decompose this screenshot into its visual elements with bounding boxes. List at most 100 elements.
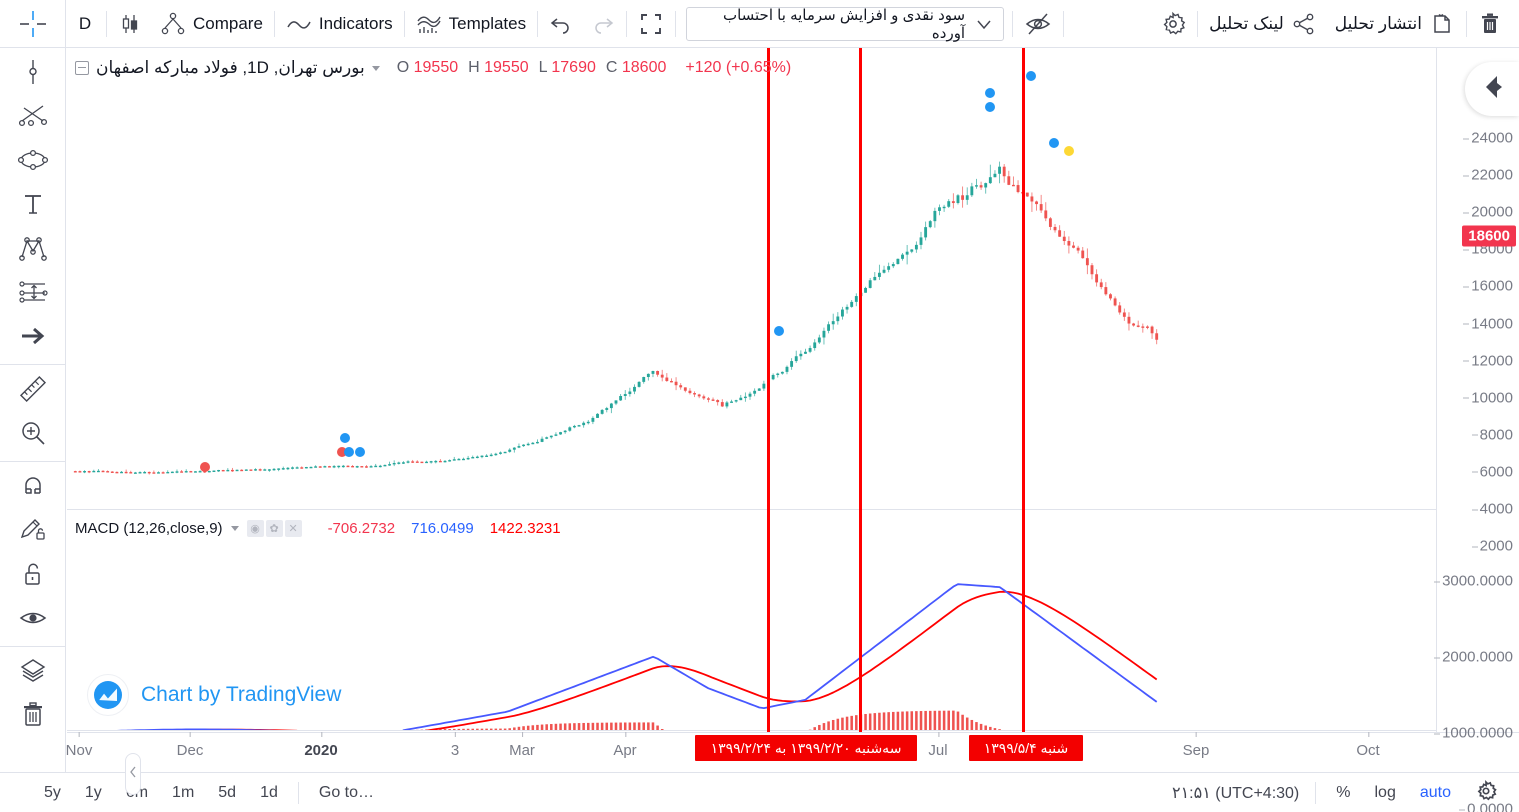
sidebar-item-arrow-tool[interactable] <box>11 316 55 360</box>
vertical-line-2[interactable] <box>859 48 862 732</box>
fullscreen-button[interactable] <box>629 7 673 41</box>
chart-settings-button[interactable] <box>1151 7 1195 41</box>
bottom-toolbar: 5y1y6m1m5d1d Go to… ۲۱:۵۱ (UTC+4:30) % l… <box>0 772 1519 812</box>
time-axis-tick: Sep <box>1183 732 1209 759</box>
price-candlestick-chart <box>73 71 1159 475</box>
gear-icon <box>1160 11 1186 37</box>
go-to-date-button[interactable]: Go to… <box>309 780 384 806</box>
price-axis[interactable]: 24000 22000 20000 18000 16000 14000 12000 10000… <box>1434 48 1519 812</box>
sidebar-item-text-tool[interactable] <box>11 184 55 228</box>
log-scale-button[interactable]: log <box>1365 780 1406 806</box>
delete-analysis-button[interactable] <box>1469 7 1511 41</box>
sidebar-item-forecast-tool[interactable] <box>11 272 55 316</box>
macd-settings[interactable]: ✿ <box>265 520 283 537</box>
sidebar-item-pitchfork-tool[interactable] <box>11 140 55 184</box>
chevron-left-small-icon <box>129 765 137 783</box>
clock-label[interactable]: ۲۱:۵۱ (UTC+4:30) <box>1164 783 1307 803</box>
chevron-down-icon[interactable] <box>230 525 239 531</box>
sidebar-item-patterns-tool[interactable] <box>11 228 55 272</box>
marker-blue-7[interactable] <box>1026 71 1036 81</box>
sidebar-item-remove-drawings[interactable] <box>11 695 55 739</box>
time-axis-tick: Mar <box>509 732 535 759</box>
interval-button[interactable]: D <box>66 7 104 41</box>
range-button-1m[interactable]: 1m <box>162 780 204 806</box>
macd-value: -706.2732 <box>327 519 396 537</box>
ohlc-key: C <box>605 59 618 76</box>
range-button-1y[interactable]: 1y <box>75 780 112 806</box>
chart-type-button[interactable] <box>109 7 151 41</box>
gann-ellipse-icon <box>16 146 50 179</box>
macd-remove[interactable]: ✕ <box>284 520 302 537</box>
price-axis-tick: 16000 <box>1463 278 1513 295</box>
time-axis-tick: Nov <box>66 732 92 759</box>
tick-mark <box>625 732 626 737</box>
range-button-5y[interactable]: 5y <box>34 780 71 806</box>
sidebar-item-cursor-tool[interactable] <box>11 52 55 96</box>
chart-area[interactable]: بورس تهران, 1D, فولاد مبارکه اصفهان O 19… <box>66 48 1519 812</box>
marker-blue-4[interactable] <box>774 326 784 336</box>
vertical-line-3[interactable] <box>1022 48 1025 732</box>
compare-button[interactable]: Compare <box>151 7 272 41</box>
cursor-line-icon <box>18 57 48 92</box>
right-panel-toggle[interactable] <box>1465 62 1519 116</box>
symbol-select[interactable]: سود نقدی و افزایش سرمایه با احتساب آورده <box>686 6 1005 42</box>
marker-blue-5[interactable] <box>985 88 995 98</box>
eye-crossed-icon <box>1024 11 1052 37</box>
sidebar-item-zoom-tool[interactable] <box>11 413 55 457</box>
arrow-right-icon <box>18 323 48 354</box>
chart-legend: بورس تهران, 1D, فولاد مبارکه اصفهان O 19… <box>75 58 791 78</box>
marker-yellow-1[interactable] <box>1064 146 1074 156</box>
chevron-left-icon <box>1477 72 1507 107</box>
sidebar-item-trend-line-tool[interactable] <box>11 96 55 140</box>
collapse-icon[interactable] <box>75 61 89 75</box>
marker-red-1[interactable] <box>200 462 210 472</box>
undo-button[interactable] <box>540 7 582 41</box>
percent-scale-button[interactable]: % <box>1326 780 1360 806</box>
range-button-1d[interactable]: 1d <box>250 780 288 806</box>
sidebar-group-modes <box>0 462 65 647</box>
marker-blue-6[interactable] <box>985 102 995 112</box>
time-axis-tick: Apr <box>613 732 637 759</box>
crosshair-tool-button[interactable] <box>0 0 66 48</box>
templates-button[interactable]: Templates <box>407 7 535 41</box>
long-position-icon <box>16 277 50 312</box>
macd-visibility-toggle[interactable]: ◉ <box>246 520 264 537</box>
macd-value: 716.0499 <box>411 519 474 537</box>
marker-blue-1[interactable] <box>340 433 350 443</box>
sidebar-item-hide-drawings[interactable] <box>11 598 55 642</box>
range-button-5d[interactable]: 5d <box>208 780 246 806</box>
sidebar-item-lock-drawings[interactable] <box>11 554 55 598</box>
pane-collapse-handle[interactable] <box>125 753 141 795</box>
sidebar-item-stay-in-drawing-mode[interactable] <box>11 510 55 554</box>
macd-pane[interactable]: MACD (12,26,close,9) ◉ ✿ ✕ -706.2732 716.04… <box>67 511 1519 731</box>
auto-scale-button[interactable]: auto <box>1410 780 1461 806</box>
sidebar-item-object-tree[interactable] <box>11 651 55 695</box>
price-pane[interactable]: بورس تهران, 1D, فولاد مبارکه اصفهان O 19… <box>67 48 1519 510</box>
sidebar-item-measure-tool[interactable] <box>11 369 55 413</box>
indicators-button[interactable]: Indicators <box>277 7 402 41</box>
date-badge-single[interactable]: شنبه ۱۳۹۹/۵/۴ <box>969 735 1083 761</box>
sidebar-item-magnet-tool[interactable] <box>11 466 55 510</box>
left-drawing-toolbar <box>0 48 66 772</box>
tick-mark <box>455 732 456 737</box>
divider <box>537 10 539 37</box>
redo-button[interactable] <box>582 7 624 41</box>
date-badge-range[interactable]: سه‌شنبه ۱۳۹۹/۲/۲۰ به ۱۳۹۹/۲/۲۴ <box>695 735 917 761</box>
time-axis-tick: 3 <box>451 732 459 759</box>
marker-blue-3[interactable] <box>355 447 365 457</box>
chevron-down-icon[interactable] <box>371 65 380 71</box>
tick-mark <box>1471 546 1478 548</box>
tradingview-branding[interactable]: Chart by TradingView <box>87 674 341 716</box>
price-axis-tick: 8000 <box>1471 426 1513 443</box>
divider <box>1012 10 1014 37</box>
share-analysis-button[interactable]: لینک تحلیل <box>1200 7 1326 41</box>
publish-analysis-button[interactable]: انتشار تحلیل <box>1326 7 1464 41</box>
share-icon <box>1291 12 1317 36</box>
marker-blue-8[interactable] <box>1049 138 1059 148</box>
marker-blue-2[interactable] <box>344 447 354 457</box>
vertical-line-1[interactable] <box>767 48 770 732</box>
hide-all-drawings-button[interactable] <box>1015 7 1061 41</box>
symbol-select-value: سود نقدی و افزایش سرمایه با احتساب آورده <box>722 6 966 42</box>
price-axis-tick: 24000 <box>1463 130 1513 147</box>
time-axis[interactable]: Nov Dec 2020 3 Mar Apr Jul Sep Oct سه‌شنبه ۱۳۹۹/… <box>66 732 1519 772</box>
